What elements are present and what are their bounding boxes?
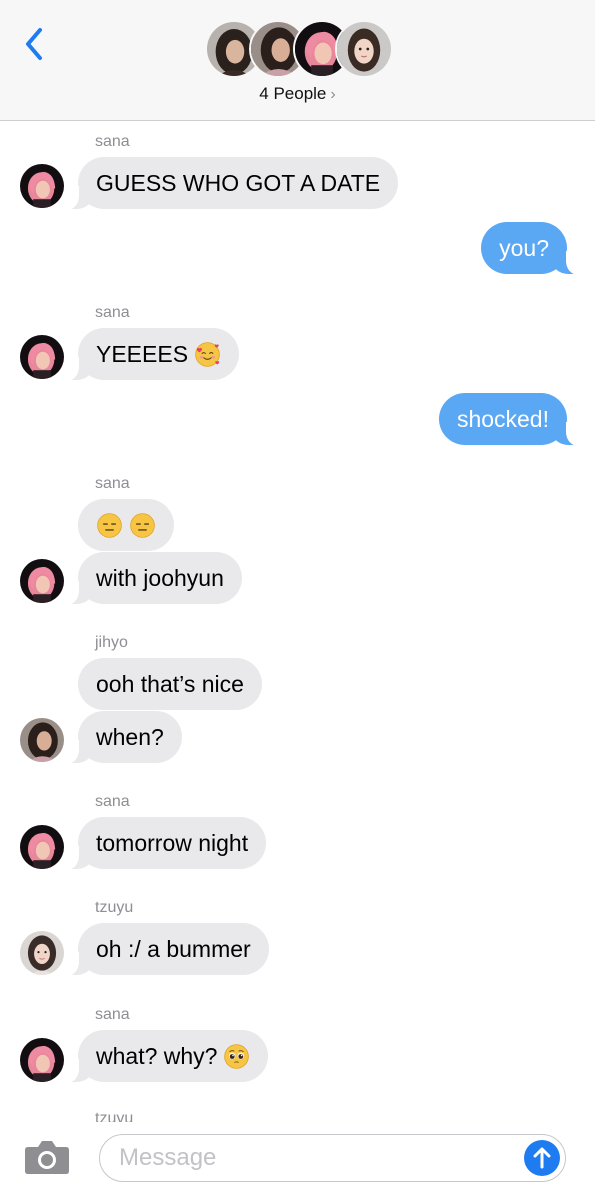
message-bubble-incoming[interactable]: [78, 499, 174, 551]
chevron-right-icon: ›: [330, 86, 336, 103]
sana-avatar[interactable]: [20, 825, 64, 869]
sana-avatar[interactable]: [20, 335, 64, 379]
member-avatar: [335, 20, 393, 78]
sender-name: sana: [95, 793, 130, 810]
camera-button[interactable]: [24, 1138, 70, 1176]
message-bubble-incoming[interactable]: ooh that’s nice: [78, 658, 262, 710]
sender-name: jihyo: [95, 634, 128, 651]
arrow-up-icon: [533, 1147, 551, 1169]
sana-avatar[interactable]: [20, 164, 64, 208]
people-label: 4 People: [259, 84, 327, 103]
message-text: what? why?: [96, 1042, 218, 1069]
message-field[interactable]: [99, 1134, 566, 1182]
message-bubble-incoming[interactable]: YEEEES: [66, 328, 240, 381]
group-avatars[interactable]: [205, 20, 395, 80]
message-text: GUESS WHO GOT A DATE: [96, 169, 381, 196]
message-bubble-incoming[interactable]: GUESS WHO GOT A DATE: [66, 157, 399, 210]
pleading-face-icon: [223, 1043, 250, 1070]
sender-name: tzuyu: [95, 899, 134, 916]
sana-avatar[interactable]: [20, 1038, 64, 1082]
smiling-face-with-hearts-icon: [194, 341, 221, 368]
message-bubble-incoming[interactable]: oh :/ a bummer: [67, 923, 269, 976]
send-button[interactable]: [524, 1140, 560, 1176]
message-bubble-incoming[interactable]: tomorrow night: [66, 817, 267, 870]
message-composer: [0, 1122, 595, 1200]
message-bubble-outgoing[interactable]: you?: [481, 222, 578, 275]
expressionless-face-icon: [129, 512, 156, 539]
sender-name: sana: [95, 1006, 130, 1023]
chevron-left-icon: [26, 28, 42, 60]
message-text: when?: [96, 723, 164, 750]
message-text: YEEEES: [96, 340, 189, 367]
conversation-header: 4 People ›: [0, 0, 595, 121]
message-bubble-outgoing[interactable]: shocked!: [438, 393, 579, 446]
message-text: tomorrow night: [96, 829, 249, 856]
sender-name: sana: [95, 475, 130, 492]
jihyo-avatar[interactable]: [20, 718, 64, 762]
message-bubble-incoming[interactable]: when?: [67, 711, 182, 764]
camera-icon: [25, 1141, 69, 1174]
sender-name: sana: [95, 133, 130, 150]
message-bubble-incoming[interactable]: what? why?: [66, 1030, 269, 1083]
message-bubble-incoming[interactable]: with joohyun: [67, 552, 242, 605]
back-button[interactable]: [18, 24, 50, 64]
sana-avatar[interactable]: [20, 559, 64, 603]
expressionless-face-icon: [96, 512, 123, 539]
message-input[interactable]: [119, 1135, 519, 1180]
message-text: with joohyun: [96, 564, 224, 591]
tzuyu-avatar[interactable]: [20, 931, 64, 975]
sender-name: sana: [95, 304, 130, 321]
message-text: you?: [499, 234, 549, 261]
people-count-button[interactable]: 4 People ›: [0, 84, 595, 104]
message-text: oh :/ a bummer: [96, 935, 251, 962]
message-text: shocked!: [456, 405, 549, 432]
message-text: ooh that’s nice: [96, 670, 244, 697]
